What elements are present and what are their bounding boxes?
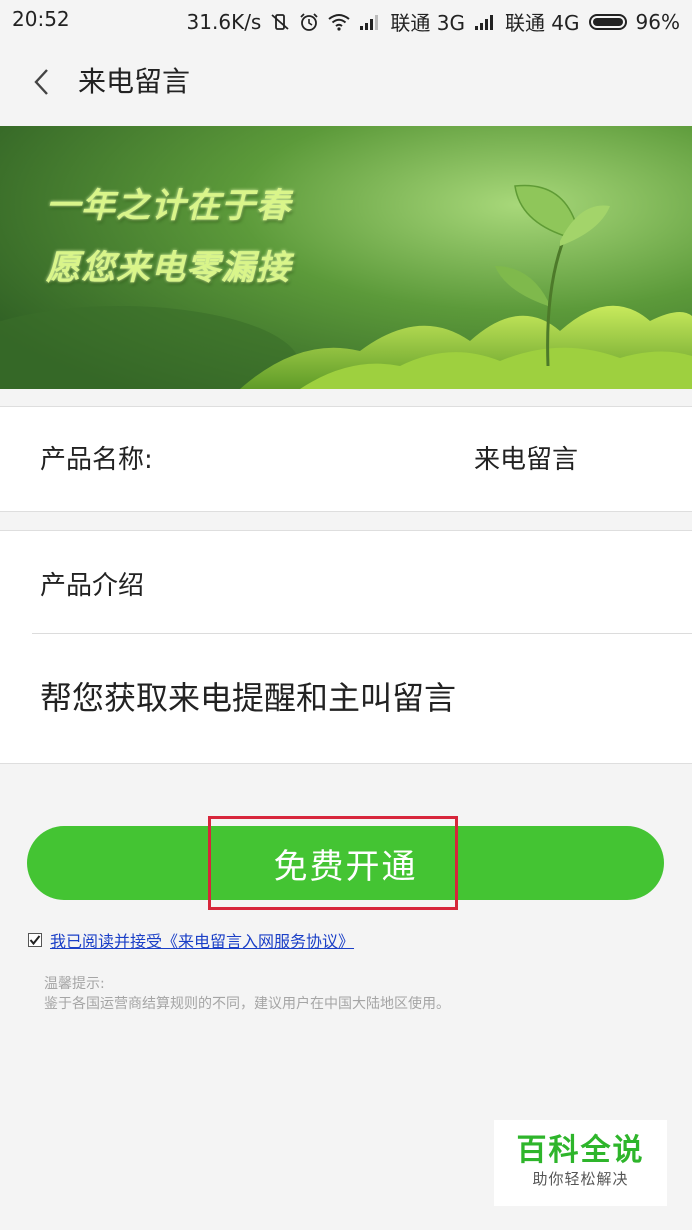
tips-text: 鉴于各国运营商结算规则的不同，建议用户在中国大陆地区使用。 [44,996,450,1012]
signal-icon-1 [359,14,381,30]
watermark: 百科全说 助你轻松解决 [494,1120,667,1206]
agreement-checkbox[interactable] [28,933,42,947]
watermark-subtitle: 助你轻松解决 [532,1170,629,1188]
banner-line-2: 愿您来电零漏接 [46,248,291,288]
product-intro-text: 帮您获取来电提醒和主叫留言 [40,679,457,717]
product-name-label: 产品名称: [40,445,153,475]
check-icon [29,935,41,946]
page-title: 来电留言 [78,65,191,98]
banner-line-1: 一年之计在于春 [46,186,291,226]
battery-level: 96% [635,9,680,34]
agreement-row: 我已阅读并接受《来电留言入网服务协议》 [28,928,354,952]
wifi-icon [328,13,350,31]
tips-title: 温馨提示: [44,976,105,992]
status-time: 20:52 [12,7,70,31]
carrier-2: 联通 4G [504,11,580,35]
free-activate-button[interactable]: 免费开通 [27,826,664,900]
product-name-value: 来电留言 [473,445,578,475]
product-intro-label: 产品介绍 [40,571,145,601]
watermark-title: 百科全说 [516,1133,645,1168]
product-name-card: 产品名称: 来电留言 [0,406,692,512]
carrier-1: 联通 3G [390,11,465,35]
app-header: 来电留言 [0,40,692,126]
status-right-group: 31.6K/s 联通 3G 联通 4G 96% [187,7,680,36]
chevron-left-icon [34,69,48,95]
network-speed: 31.6K/s [186,9,262,34]
divider [32,633,692,634]
battery-icon [588,13,627,30]
alarm-icon [299,12,319,32]
promo-banner: 一年之计在于春 愿您来电零漏接 [0,126,692,389]
tips-block: 温馨提示: 鉴于各国运营商结算规则的不同，建议用户在中国大陆地区使用。 [44,974,450,1014]
product-intro-card: 产品介绍 帮您获取来电提醒和主叫留言 [0,530,692,764]
vibrate-off-icon [270,12,290,32]
free-activate-label: 免费开通 [273,846,418,887]
back-button[interactable] [22,62,62,102]
agreement-link[interactable]: 我已阅读并接受《来电留言入网服务协议》 [50,928,354,952]
status-bar: 20:52 31.6K/s 联通 3G 联通 4G 96% [0,0,692,40]
signal-icon-2 [474,14,496,30]
